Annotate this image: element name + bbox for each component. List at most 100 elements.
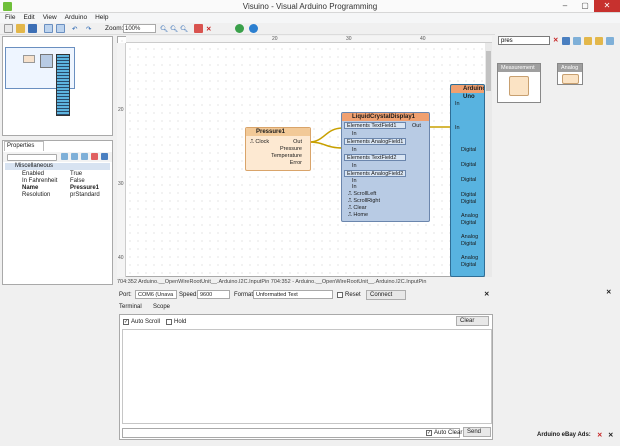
hold-checkbox[interactable] (166, 319, 172, 325)
menu-edit[interactable]: Edit (18, 13, 37, 21)
ads-close-icon[interactable]: ✕ (608, 431, 613, 439)
serial-close-icon[interactable]: ✕ (484, 290, 489, 298)
minimize-button[interactable]: – (556, 0, 574, 12)
palette-category-measurement[interactable]: Measurement (497, 63, 541, 103)
tab-terminal[interactable]: Terminal (119, 304, 142, 310)
property-value[interactable]: prStandard (70, 192, 100, 198)
pin-analog[interactable]: Analog (461, 213, 478, 219)
pin-clock[interactable]: ⎍ Clock (250, 139, 269, 146)
pin-digital[interactable]: Digital (461, 241, 476, 247)
sort-icon[interactable] (61, 153, 68, 160)
cut-icon[interactable]: ✕ (206, 25, 211, 33)
pin-digital[interactable]: Digital (461, 220, 476, 226)
menu-file[interactable]: File (0, 13, 18, 21)
menu-help[interactable]: Help (90, 13, 111, 21)
pin-analog[interactable]: Analog (461, 255, 478, 261)
send-button[interactable]: Send (463, 427, 491, 437)
remove-icon[interactable] (91, 153, 98, 160)
property-value[interactable]: Pressure1 (70, 185, 99, 191)
lcd-element[interactable]: Elements TextField2 (344, 154, 406, 161)
lcd-element[interactable]: Elements AnalogField1 (344, 138, 406, 145)
pin-temperature[interactable]: Temperature (271, 153, 302, 159)
open-folder-icon[interactable] (16, 24, 25, 33)
reset-checkbox[interactable] (337, 292, 343, 298)
properties-filter-input[interactable] (7, 154, 57, 161)
property-row[interactable]: Enabled True (13, 171, 110, 178)
new-file-icon[interactable] (4, 24, 13, 33)
zoom-fit-icon[interactable]: 🔍︎ (180, 25, 188, 33)
pin-error[interactable]: Error (290, 160, 302, 166)
redo-icon[interactable]: ↷ (86, 25, 91, 33)
pin-home[interactable]: ⎍ Home (348, 212, 368, 219)
collapse-icon[interactable] (81, 153, 88, 160)
speed-select[interactable]: 9600 (197, 290, 230, 299)
pin-digital[interactable]: Digital (461, 162, 476, 168)
terminal-output[interactable] (122, 329, 492, 424)
canvas-vertical-scrollbar[interactable] (485, 43, 492, 277)
close-button[interactable]: ✕ (594, 0, 620, 12)
palette-category-analog[interactable]: Analog (557, 63, 583, 85)
tab-scope[interactable]: Scope (153, 304, 170, 310)
pressure-sensor-icon[interactable] (509, 76, 529, 96)
component-arduino[interactable]: Arduino Uno In In Digital Digital Digita… (450, 84, 485, 277)
pin-out[interactable]: Out (293, 139, 302, 145)
component-pressure[interactable]: Pressure1 ⎍ Clock Out Pressure Temperatu… (245, 127, 311, 171)
scrollbar-thumb[interactable] (486, 51, 491, 91)
lcd-element[interactable]: Elements TextField1 (344, 122, 406, 129)
pin-digital[interactable]: Digital (461, 147, 476, 153)
property-row[interactable]: Resolution prStandard (13, 192, 110, 199)
palette-folder-icon[interactable] (584, 37, 592, 45)
property-group[interactable]: Miscellaneous (5, 163, 110, 170)
pin-in[interactable]: In (455, 101, 460, 107)
palette-view-icon[interactable] (562, 37, 570, 45)
lcd-element[interactable]: Elements AnalogField2 (344, 170, 406, 177)
overview-pane[interactable] (2, 36, 113, 136)
palette-filter-icon[interactable] (573, 37, 581, 45)
palette-settings-icon[interactable] (606, 37, 614, 45)
terminal-input[interactable] (122, 428, 460, 438)
pin-analog[interactable]: Analog (461, 234, 478, 240)
component-lcd[interactable]: LiquidCrystalDisplay1 Out Elements TextF… (341, 112, 430, 222)
pin-in[interactable]: In (352, 184, 357, 190)
connect-button[interactable]: Connect (366, 290, 406, 300)
upload-icon[interactable] (249, 24, 258, 33)
auto-clear-checkbox[interactable]: ✓ (426, 430, 432, 436)
delete-icon[interactable] (194, 24, 203, 33)
pin-scroll-right[interactable]: ⎍ ScrollRight (348, 198, 380, 205)
grid-icon[interactable] (44, 24, 53, 33)
snap-icon[interactable] (56, 24, 65, 33)
property-value[interactable]: False (70, 178, 85, 184)
pin-in[interactable]: In (352, 131, 357, 137)
auto-scroll-checkbox[interactable]: ✓ (123, 319, 129, 325)
ads-close-icon[interactable]: ✕ (606, 288, 611, 296)
property-row[interactable]: Name Pressure1 (13, 185, 110, 192)
pin-scroll-left[interactable]: ⎍ ScrollLeft (348, 191, 376, 198)
pin-digital[interactable]: Digital (461, 192, 476, 198)
pin-digital[interactable]: Digital (461, 262, 476, 268)
pin-digital[interactable]: Digital (461, 177, 476, 183)
pin-clear[interactable]: ⎍ Clear (348, 205, 367, 212)
menu-view[interactable]: View (38, 13, 60, 21)
undo-icon[interactable]: ↶ (72, 25, 77, 33)
menu-arduino[interactable]: Arduino (60, 13, 90, 21)
expand-icon[interactable] (71, 153, 78, 160)
property-value[interactable]: True (70, 171, 82, 177)
pin-icon[interactable] (101, 153, 108, 160)
pin-pressure[interactable]: Pressure (280, 146, 302, 152)
pin-digital[interactable]: Digital (461, 199, 476, 205)
format-select[interactable]: Unformatted Text (253, 290, 333, 299)
pin-out[interactable]: Out (412, 123, 421, 129)
analog-component-icon[interactable] (562, 74, 579, 84)
port-select[interactable]: COM6 (Unava (135, 290, 177, 299)
property-row[interactable]: In Fahrenheit False (13, 178, 110, 185)
zoom-select[interactable]: 100% (123, 24, 156, 33)
zoom-out-icon[interactable]: 🔍︎ (170, 25, 178, 33)
maximize-button[interactable]: ▢ (576, 0, 594, 12)
zoom-in-icon[interactable]: 🔍︎ (160, 25, 168, 33)
palette-folder-icon[interactable] (595, 37, 603, 45)
clear-search-icon[interactable]: ✕ (553, 36, 558, 44)
pin-in[interactable]: In (455, 125, 460, 131)
pin-in[interactable]: In (352, 163, 357, 169)
save-icon[interactable] (28, 24, 37, 33)
ads-stop-icon[interactable]: ✕ (597, 431, 602, 439)
